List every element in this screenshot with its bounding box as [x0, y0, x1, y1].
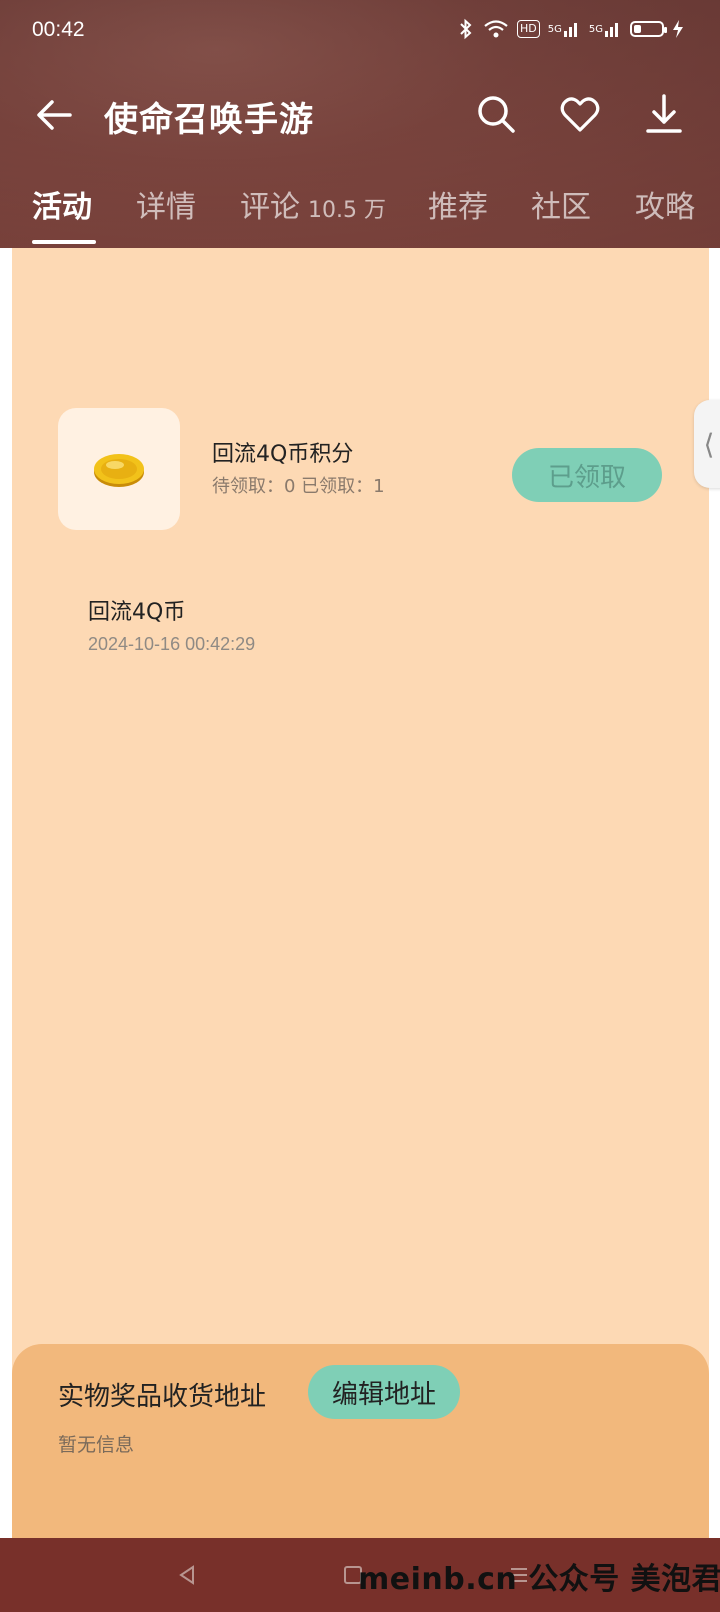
- address-empty-text: 暂无信息: [58, 1434, 135, 1456]
- title-bar: 使命召唤手游: [0, 80, 720, 150]
- edit-address-button[interactable]: 编辑地址: [308, 1365, 460, 1419]
- wifi-icon: [483, 18, 509, 40]
- claim-record-time: 2024-10-16 00:42:29: [88, 634, 256, 654]
- tab-details[interactable]: 详情: [136, 182, 196, 226]
- battery-icon: [630, 21, 667, 37]
- download-button[interactable]: [642, 92, 686, 136]
- reward-title: 回流4Q币积分: [212, 442, 354, 467]
- heart-icon: [560, 97, 600, 132]
- reward-icon-box: [58, 408, 180, 530]
- watermark-text: meinb.cn 公众号 美泡君: [358, 1562, 720, 1597]
- tab-bar: 活动 详情 评论 10.5 万 推荐 社区 攻略: [0, 182, 720, 248]
- status-bar: 00:42 HD 5G 5G: [0, 0, 720, 64]
- claim-record-title: 回流4Q币: [88, 600, 186, 625]
- tab-activity[interactable]: 活动: [32, 182, 92, 226]
- chevron-left-icon: ⟨: [703, 427, 715, 461]
- status-icons: HD 5G 5G: [457, 18, 684, 40]
- gold-coin-icon: [94, 454, 144, 487]
- tab-recommend[interactable]: 推荐: [428, 182, 488, 226]
- side-drawer-handle[interactable]: ⟨: [694, 400, 720, 488]
- reward-status: 待领取：0 已领取：1: [212, 476, 385, 497]
- download-icon: [646, 94, 682, 133]
- tab-community[interactable]: 社区: [531, 182, 591, 226]
- favorite-button[interactable]: [558, 92, 602, 136]
- triangle-back-icon: [179, 1565, 194, 1585]
- claimed-button[interactable]: 已领取: [512, 448, 662, 502]
- address-panel: 实物奖品收货地址 编辑地址 暂无信息: [12, 1344, 709, 1538]
- address-label: 实物奖品收货地址: [58, 1382, 267, 1412]
- hd-icon: HD: [517, 20, 540, 38]
- signal-5g-icon: 5G: [548, 18, 581, 40]
- page-title: 使命召唤手游: [104, 100, 314, 140]
- back-arrow-icon: [37, 100, 72, 130]
- review-count: 10.5 万: [308, 198, 386, 223]
- signal-5g-icon-2: 5G: [589, 18, 622, 40]
- search-icon: [478, 96, 515, 133]
- nav-back-button[interactable]: [174, 1562, 200, 1588]
- status-time: 00:42: [32, 18, 85, 41]
- tab-guides[interactable]: 攻略: [635, 182, 695, 226]
- system-nav-bar: meinb.cn 公众号 美泡君: [0, 1538, 720, 1612]
- charging-icon: [672, 18, 684, 40]
- bluetooth-icon: [457, 18, 475, 40]
- back-button[interactable]: [30, 92, 80, 138]
- search-button[interactable]: [474, 92, 518, 136]
- tab-reviews[interactable]: 评论 10.5 万: [240, 182, 386, 226]
- app-header: 00:42 HD 5G 5G 使命召唤手游 活动 详情 评论 10.5 万 推荐…: [0, 0, 720, 248]
- active-tab-indicator: [32, 240, 96, 244]
